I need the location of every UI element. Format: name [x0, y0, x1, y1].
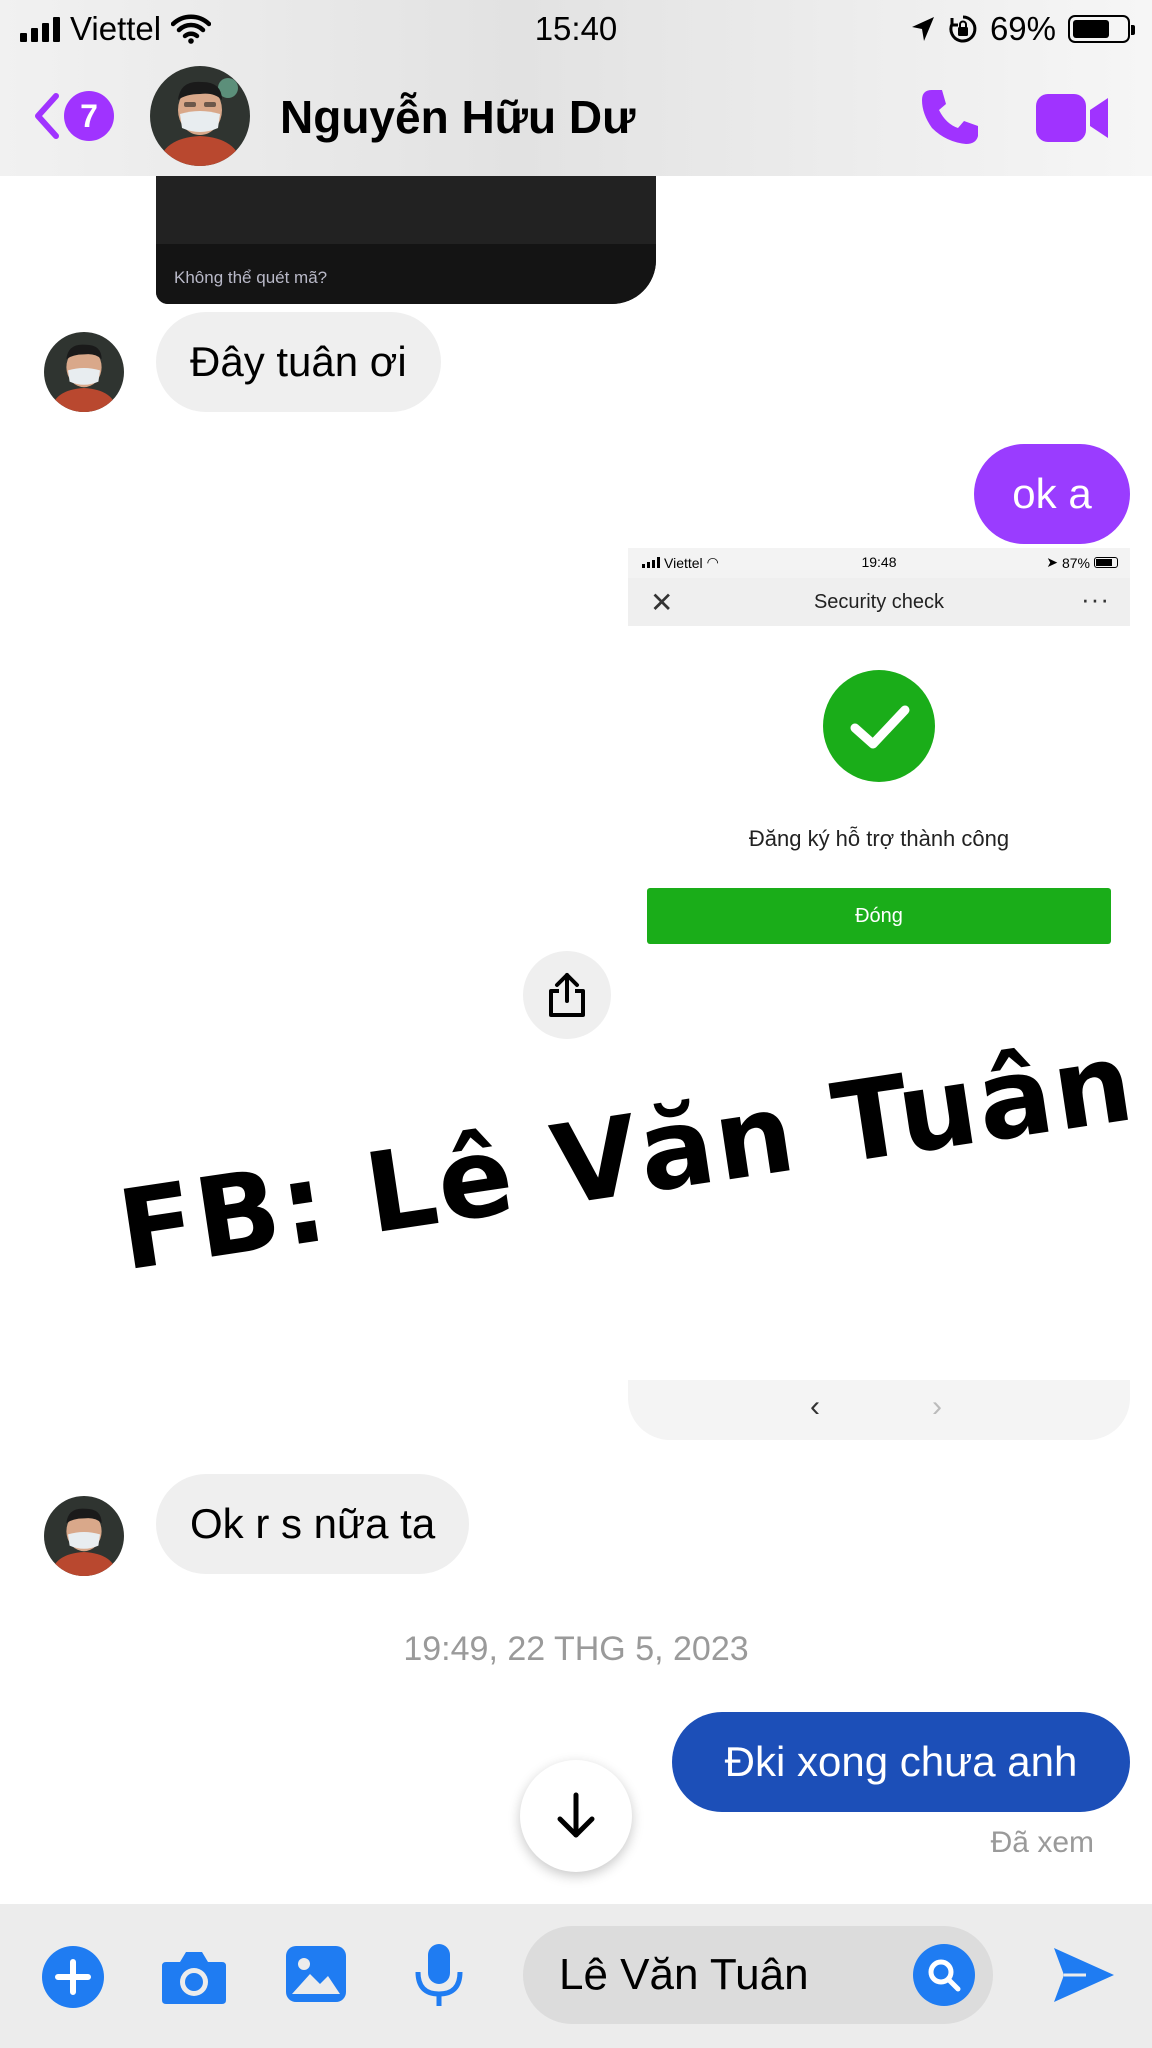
search-button[interactable]	[913, 1944, 975, 2006]
image-icon[interactable]	[284, 1944, 348, 2004]
contact-avatar[interactable]	[150, 66, 250, 166]
scroll-down-button[interactable]	[520, 1760, 632, 1872]
qr-caption: Không thể quét mã?	[174, 268, 328, 287]
battery-percent: 69%	[989, 10, 1056, 47]
message-timestamp: 19:49, 22 THG 5, 2023	[403, 1630, 749, 1668]
message-composer	[0, 1904, 1152, 2048]
share-icon	[549, 973, 585, 1017]
camera-icon[interactable]	[160, 1948, 228, 2006]
plus-icon[interactable]	[42, 1946, 104, 2008]
message-incoming[interactable]: Ok r s nữa ta	[156, 1474, 470, 1574]
avatar-photo	[44, 332, 124, 412]
battery-icon	[1068, 15, 1135, 43]
success-text: Đăng ký hỗ trợ thành công	[748, 826, 1010, 851]
avatar-photo	[44, 1496, 124, 1576]
location-arrow-icon	[911, 17, 934, 41]
phone-icon[interactable]	[918, 84, 982, 148]
more-icon: ···	[1081, 584, 1110, 614]
qr-image-message[interactable]: Không thể quét mã?	[156, 176, 656, 304]
screenshot-status-bar: Viettel ◠ 19:48 ➤ 87%	[628, 548, 1130, 578]
location-arrow-icon: ➤	[1046, 554, 1058, 570]
sender-avatar[interactable]	[44, 332, 124, 412]
battery-icon	[1094, 557, 1118, 568]
screenshot-title: Security check	[813, 591, 945, 613]
chevron-right-icon: ›	[932, 1390, 942, 1423]
checkmark-icon	[823, 670, 935, 782]
share-button[interactable]	[523, 951, 611, 1039]
arrow-down-icon	[557, 1792, 595, 1838]
message-outgoing[interactable]: ok a	[974, 444, 1130, 544]
chevron-left-icon: ‹	[810, 1390, 820, 1423]
close-button: Đóng	[647, 888, 1111, 944]
video-camera-icon[interactable]	[1034, 92, 1110, 144]
message-input-wrapper	[523, 1926, 993, 2024]
screenshot-nav: ✕ Security check ···	[628, 578, 1130, 626]
status-right: 69%	[910, 10, 1135, 48]
message-incoming[interactable]: Đây tuân ơi	[156, 312, 441, 412]
send-icon[interactable]	[1052, 1944, 1116, 2006]
chat-header: 7 Nguyễn Hữu Dư	[0, 62, 1152, 172]
message-outgoing[interactable]: Đki xong chưa anh	[672, 1712, 1130, 1812]
rotation-lock-icon	[949, 15, 977, 43]
message-input[interactable]	[559, 1926, 899, 2024]
sender-avatar[interactable]	[44, 1496, 124, 1576]
status-bar: Viettel 15:40 69%	[0, 0, 1152, 58]
back-button[interactable]: 7	[32, 90, 114, 142]
top-bar: Viettel 15:40 69% 7 Nguyễn Hữu Dư	[0, 0, 1152, 176]
unread-badge: 7	[64, 91, 114, 141]
seen-receipt: Đã xem	[990, 1826, 1094, 1859]
avatar-photo	[150, 66, 250, 166]
microphone-icon[interactable]	[412, 1942, 466, 2008]
shared-screenshot[interactable]: Viettel ◠ 19:48 ➤ 87% ✕ Security check ·…	[628, 548, 1130, 1440]
screenshot-toolbar: ‹ ›	[628, 1380, 1130, 1440]
screenshot-status-right: ➤ 87%	[1046, 554, 1118, 571]
contact-name[interactable]: Nguyễn Hữu Dư	[280, 90, 635, 144]
chevron-left-icon	[35, 93, 59, 139]
screenshot-battery: 87%	[1061, 554, 1090, 571]
search-icon	[928, 1959, 961, 1992]
